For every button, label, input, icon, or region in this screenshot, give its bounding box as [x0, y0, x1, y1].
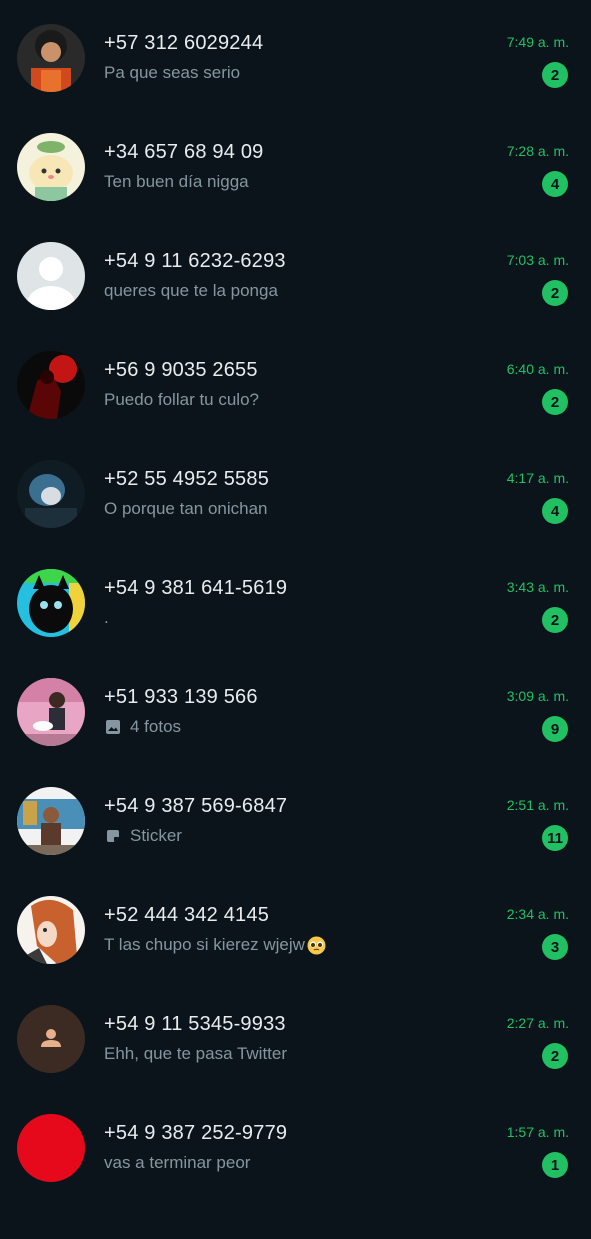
default-avatar-icon[interactable]: [17, 242, 85, 310]
message-time: 1:57 a. m.: [506, 1124, 569, 1140]
contact-name: +54 9 387 569-6847: [104, 795, 288, 817]
unread-badge: 2: [542, 607, 568, 633]
message-preview: Pa que seas serio: [104, 63, 241, 82]
contact-avatar[interactable]: [17, 896, 85, 964]
sticker-icon: [104, 827, 122, 845]
contact-name: +57 312 6029244: [104, 32, 264, 54]
unread-badge: 2: [542, 389, 568, 415]
unread-badge: 11: [542, 825, 568, 851]
message-time: 7:49 a. m.: [506, 34, 569, 50]
message-preview: Ehh, que te pasa Twitter: [104, 1044, 288, 1063]
chat-list: +57 312 6029244 Pa que seas serio 7:49 a…: [0, 0, 591, 1200]
chat-row[interactable]: +52 55 4952 5585 O porque tan onichan 4:…: [0, 460, 591, 585]
contact-avatar[interactable]: [17, 569, 85, 637]
contact-avatar[interactable]: [17, 460, 85, 528]
unread-badge: 4: [542, 498, 568, 524]
contact-name: +34 657 68 94 09: [104, 141, 264, 163]
message-preview: Sticker: [104, 826, 182, 846]
message-time: 7:03 a. m.: [506, 252, 569, 268]
chat-row[interactable]: +54 9 11 5345-9933 Ehh, que te pasa Twit…: [0, 1005, 591, 1130]
pleading-face-emoji-icon: [307, 936, 326, 955]
message-time: 4:17 a. m.: [506, 470, 569, 486]
chat-row[interactable]: +56 9 9035 2655 Puedo follar tu culo? 6:…: [0, 351, 591, 476]
message-preview: Ten buen día nigga: [104, 172, 249, 191]
chat-row[interactable]: +51 933 139 566 4 fotos 3:09 a. m. 9: [0, 678, 591, 803]
contact-name: +52 444 342 4145: [104, 904, 270, 926]
unread-badge: 2: [542, 280, 568, 306]
chat-row[interactable]: +34 657 68 94 09 Ten buen día nigga 7:28…: [0, 133, 591, 258]
unread-badge: 2: [542, 62, 568, 88]
photo-icon: [104, 718, 122, 736]
message-time: 7:28 a. m.: [506, 143, 569, 159]
chat-row[interactable]: +54 9 387 569-6847 Sticker 2:51 a. m. 11: [0, 787, 591, 912]
message-time: 2:27 a. m.: [506, 1015, 569, 1031]
unread-badge: 2: [542, 1043, 568, 1069]
contact-name: +56 9 9035 2655: [104, 359, 258, 381]
unread-badge: 3: [542, 934, 568, 960]
message-preview: O porque tan onichan: [104, 499, 268, 518]
contact-avatar[interactable]: [17, 678, 85, 746]
message-preview: 4 fotos: [104, 717, 181, 737]
contact-avatar[interactable]: [17, 1114, 85, 1182]
message-time: 3:09 a. m.: [506, 688, 569, 704]
contact-avatar[interactable]: [17, 787, 85, 855]
chat-row[interactable]: +54 9 387 252-9779 vas a terminar peor 1…: [0, 1114, 591, 1239]
default-avatar-icon[interactable]: [17, 1005, 85, 1073]
contact-avatar[interactable]: [17, 351, 85, 419]
contact-name: +54 9 11 5345-9933: [104, 1013, 286, 1035]
message-time: 2:34 a. m.: [506, 906, 569, 922]
contact-avatar[interactable]: [17, 133, 85, 201]
contact-name: +54 9 381 641-5619: [104, 577, 288, 599]
chat-row[interactable]: +54 9 381 641-5619 . 3:43 a. m. 2: [0, 569, 591, 694]
contact-avatar[interactable]: [17, 24, 85, 92]
unread-badge: 1: [542, 1152, 568, 1178]
contact-name: +51 933 139 566: [104, 686, 258, 708]
contact-name: +54 9 11 6232-6293: [104, 250, 286, 272]
unread-badge: 9: [542, 716, 568, 742]
message-preview: Puedo follar tu culo?: [104, 390, 259, 409]
message-preview: .: [104, 608, 109, 627]
message-preview: T las chupo si kierez wjejw: [104, 935, 326, 955]
message-time: 3:43 a. m.: [506, 579, 569, 595]
message-preview: queres que te la ponga: [104, 281, 278, 300]
message-time: 2:51 a. m.: [506, 797, 569, 813]
unread-badge: 4: [542, 171, 568, 197]
chat-row[interactable]: +52 444 342 4145 T las chupo si kierez w…: [0, 896, 591, 1021]
chat-row[interactable]: +57 312 6029244 Pa que seas serio 7:49 a…: [0, 24, 591, 149]
contact-name: +52 55 4952 5585: [104, 468, 270, 490]
message-time: 6:40 a. m.: [506, 361, 569, 377]
message-preview: vas a terminar peor: [104, 1153, 251, 1172]
chat-row[interactable]: +54 9 11 6232-6293 queres que te la pong…: [0, 242, 591, 367]
contact-name: +54 9 387 252-9779: [104, 1122, 288, 1144]
